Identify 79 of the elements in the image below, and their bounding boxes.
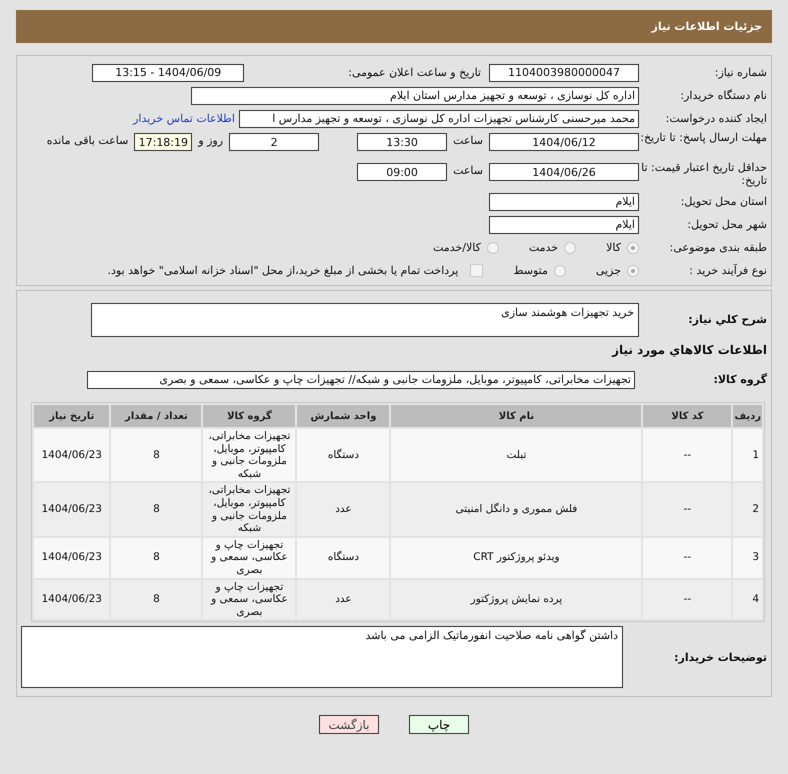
- field-label: طبقه بندی موضوعی:: [668, 240, 767, 254]
- table-cell: --: [643, 538, 732, 578]
- time-label: ساعت: [453, 164, 483, 177]
- table-cell: عدد: [297, 483, 390, 536]
- table-cell: 8: [111, 429, 202, 482]
- column-header: تعداد / مقدار: [111, 405, 202, 427]
- table-cell: تجهیزات چاپ و عکاسی، سمعی و بصری: [203, 538, 296, 578]
- table-cell: --: [643, 483, 732, 536]
- buyer-contact-link[interactable]: اطلاعات تماس خریدار: [133, 112, 235, 125]
- column-header: تاریخ نیاز: [34, 405, 110, 427]
- category-radio[interactable]: کالا: [606, 241, 639, 254]
- table-cell: 4: [733, 580, 762, 620]
- back-button[interactable]: بازگشت: [319, 715, 379, 734]
- deadline-time-field: 13:30: [357, 133, 448, 151]
- deadline-date-field: 1404/06/12: [489, 133, 639, 151]
- process-radio[interactable]: متوسط: [513, 264, 566, 277]
- description-field: خرید تجهیزات هوشمند سازی: [91, 303, 639, 337]
- requester-field: محمد میرحسنی کارشناس تجهیزات اداره کل نوسازی ، توسعه و تجهیز مدارس ا: [239, 110, 639, 128]
- remaining-time-field: 17:18:19: [134, 133, 192, 151]
- table-cell: 8: [111, 538, 202, 578]
- field-label: ایجاد کننده درخواست:: [664, 112, 767, 126]
- table-cell: --: [643, 580, 732, 620]
- column-header: کد کالا: [643, 405, 732, 427]
- days-label: روز و: [198, 134, 224, 147]
- table-cell: تجهیزات مخابراتی، کامپیوتر، موبایل، ملزومات جانبی و شبکه: [203, 483, 296, 536]
- table-cell: 3: [733, 538, 762, 578]
- table-cell: 8: [111, 483, 202, 536]
- table-cell: تجهیزات چاپ و عکاسی، سمعی و بصری: [203, 580, 296, 620]
- goods-group-field: تجهیزات مخابراتی، کامپیوتر، موبایل، ملزومات جانبی و شبکه// تجهیزات چاپ و عکاسی، سمعی و بصری: [87, 370, 635, 388]
- field-label: مهلت ارسال پاسخ: تا تاریخ:: [639, 131, 767, 144]
- days-field: 2: [229, 133, 320, 151]
- column-header: نام کالا: [391, 405, 642, 427]
- time-label: ساعت: [453, 134, 483, 147]
- table-cell: 1404/06/23: [34, 580, 110, 620]
- field-label: شرح کلي نياز:: [687, 313, 767, 327]
- payment-checkbox[interactable]: [470, 264, 484, 277]
- announce-date-field: 1404/06/09 - 13:15: [92, 64, 244, 82]
- table-cell: 1404/06/23: [34, 429, 110, 482]
- table-cell: پرده نمایش پروژکتور: [391, 580, 642, 620]
- section-title: اطلاعات کالاهاي مورد نياز: [610, 343, 767, 357]
- page-title: جزئیات اطلاعات نیاز: [652, 20, 762, 33]
- table-cell: عدد: [297, 580, 390, 620]
- table-cell: 1404/06/23: [34, 538, 110, 578]
- table-cell: ویدئو پروژکتور CRT: [391, 538, 642, 578]
- field-label: حداقل تاریخ اعتبار قیمت: تا تاریخ:: [640, 161, 767, 188]
- table-cell: تجهیزات مخابراتی، کامپیوتر، موبایل، ملزومات جانبی و شبکه: [203, 429, 296, 482]
- column-header: ردیف: [733, 405, 762, 427]
- need-number-field: 1104003980000047: [489, 64, 639, 82]
- table-cell: فلش مموری و دانگل امنیتی: [391, 483, 642, 536]
- table-cell: 2: [733, 483, 762, 536]
- field-label: شهر محل تحویل:: [686, 218, 767, 232]
- validity-date-field: 1404/06/26: [489, 163, 639, 181]
- table-cell: 8: [111, 580, 202, 620]
- province-field: ایلام: [489, 192, 639, 210]
- field-label: شماره نیاز:: [714, 66, 767, 80]
- city-field: ایلام: [489, 216, 639, 234]
- field-label: توضیحات خریدار:: [673, 650, 767, 664]
- field-label: تاریخ و ساعت اعلان عمومی:: [348, 66, 481, 79]
- field-label: استان محل تحویل:: [680, 194, 767, 208]
- buyer-notes-field: داشتن گواهی نامه صلاحیت انفورماتیک الزامی می باشد: [21, 626, 623, 688]
- validity-time-field: 09:00: [357, 163, 448, 181]
- buyer-org-field: اداره کل نوسازی ، توسعه و تجهیز مدارس استان ایلام: [191, 86, 639, 104]
- category-radio[interactable]: خدمت: [528, 241, 576, 254]
- table-cell: --: [643, 429, 732, 482]
- table-cell: 1: [733, 429, 762, 482]
- process-radio[interactable]: جزیی: [596, 264, 639, 277]
- category-radio[interactable]: کالا/خدمت: [433, 241, 499, 254]
- field-label: نوع فرآیند خرید :: [688, 264, 767, 278]
- print-button[interactable]: چاپ: [409, 715, 469, 734]
- field-label: نام دستگاه خریدار:: [679, 88, 767, 102]
- field-label: گروه کالا:: [712, 372, 767, 386]
- table-cell: دستگاه: [297, 429, 390, 482]
- payment-note: پرداخت تمام یا بخشی از مبلغ خرید،از محل "اسناد خزانه اسلامی" خواهد بود.: [108, 264, 458, 277]
- remaining-label: ساعت باقی مانده: [46, 134, 128, 147]
- table-cell: دستگاه: [297, 538, 390, 578]
- column-header: واحد شمارش: [297, 405, 390, 427]
- table-cell: 1404/06/23: [34, 483, 110, 536]
- column-header: گروه کالا: [203, 405, 296, 427]
- table-cell: تبلت: [391, 429, 642, 482]
